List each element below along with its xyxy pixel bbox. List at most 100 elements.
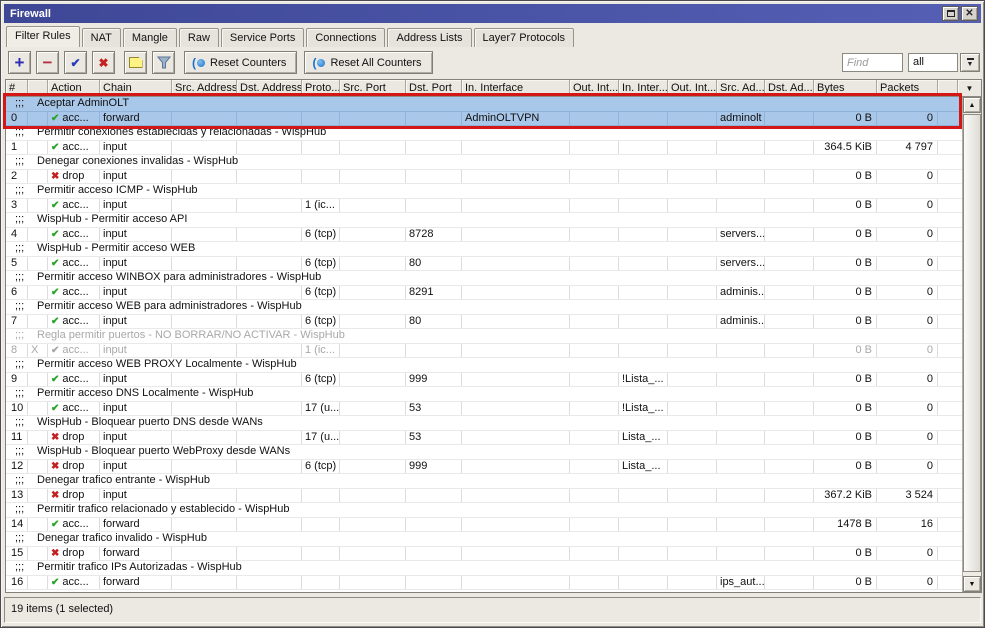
plus-icon: + bbox=[15, 54, 25, 71]
column-header-in_interface[interactable]: In. Interface bbox=[462, 80, 570, 96]
filter-dropdown[interactable]: all bbox=[908, 53, 958, 72]
comment-row[interactable]: ;;;Denegar conexiones invalidas - WispHu… bbox=[6, 155, 962, 170]
cell-src_address bbox=[172, 170, 237, 184]
comment-row[interactable]: ;;;Regla permitir puertos - NO BORRAR/NO… bbox=[6, 329, 962, 344]
cell-bytes: 0 B bbox=[814, 547, 877, 561]
cell-src_address bbox=[172, 547, 237, 561]
rule-row[interactable]: 0✔acc...forwardAdminOLTVPNadminolt0 B0 bbox=[6, 112, 962, 127]
rule-row[interactable]: 15✖dropforward0 B0 bbox=[6, 547, 962, 562]
comment-row[interactable]: ;;;Denegar trafico invalido - WispHub bbox=[6, 532, 962, 547]
rule-row[interactable]: 10✔acc...input17 (u...53!Lista_...0 B0 bbox=[6, 402, 962, 417]
rule-row[interactable]: 6✔acc...input6 (tcp)8291adminis...0 B0 bbox=[6, 286, 962, 301]
accept-check-icon: ✔ bbox=[51, 577, 59, 588]
cell-packets: 0 bbox=[877, 547, 938, 561]
comment-row[interactable]: ;;;WispHub - Permitir acceso API bbox=[6, 213, 962, 228]
column-header-chain[interactable]: Chain bbox=[100, 80, 172, 96]
rule-row[interactable]: 7✔acc...input6 (tcp)80adminis...0 B0 bbox=[6, 315, 962, 330]
rule-row[interactable]: 5✔acc...input6 (tcp)80servers...0 B0 bbox=[6, 257, 962, 272]
scrollbar-track[interactable] bbox=[963, 113, 981, 576]
rule-row[interactable]: 12✖dropinput6 (tcp)999Lista_...0 B0 bbox=[6, 460, 962, 475]
column-header-src_address_list[interactable]: Src. Ad... bbox=[717, 80, 765, 96]
rule-row[interactable]: 2✖dropinput0 B0 bbox=[6, 170, 962, 185]
column-header-dst_address_list[interactable]: Dst. Ad... bbox=[765, 80, 814, 96]
cell-spacer bbox=[938, 257, 962, 271]
comment-row[interactable]: ;;;WispHub - Permitir acceso WEB bbox=[6, 242, 962, 257]
add-button[interactable]: + bbox=[8, 51, 31, 74]
column-header-action[interactable]: Action bbox=[48, 80, 100, 96]
comment-row[interactable]: ;;;Permitir acceso DNS Localmente - Wisp… bbox=[6, 387, 962, 402]
comment-row[interactable]: ;;;Permitir acceso WEB para administrado… bbox=[6, 300, 962, 315]
rule-row[interactable]: 4✔acc...input6 (tcp)8728servers...0 B0 bbox=[6, 228, 962, 243]
scroll-up-button[interactable]: ▲ bbox=[963, 97, 981, 113]
rule-row[interactable]: 8X✔acc...input1 (ic...0 B0 bbox=[6, 344, 962, 359]
comment-row[interactable]: ;;;Aceptar AdminOLT bbox=[6, 97, 962, 112]
column-header-num[interactable]: # bbox=[6, 80, 28, 96]
column-header-dst_address[interactable]: Dst. Address bbox=[237, 80, 302, 96]
column-menu-button[interactable]: ▼ bbox=[957, 80, 981, 96]
tab-layer7-protocols[interactable]: Layer7 Protocols bbox=[474, 28, 575, 47]
scroll-down-button[interactable]: ▼ bbox=[963, 576, 981, 592]
disable-button[interactable]: ✖ bbox=[92, 51, 115, 74]
comment-row[interactable]: ;;;Permitir trafico IPs Autorizadas - Wi… bbox=[6, 561, 962, 576]
rule-row[interactable]: 16✔acc...forwardips_aut...0 B0 bbox=[6, 576, 962, 591]
comment-row[interactable]: ;;;Permitir trafico relacionado y establ… bbox=[6, 503, 962, 518]
find-input[interactable] bbox=[842, 53, 903, 72]
cell-spacer bbox=[938, 518, 962, 532]
comment-row[interactable]: ;;;Denegar trafico entrante - WispHub bbox=[6, 474, 962, 489]
comment-row[interactable]: ;;;WispHub - Bloquear puerto WebProxy de… bbox=[6, 445, 962, 460]
comment-row[interactable]: ;;;WispHub - Bloquear puerto DNS desde W… bbox=[6, 416, 962, 431]
rule-row[interactable]: 9✔acc...input6 (tcp)999!Lista_...0 B0 bbox=[6, 373, 962, 388]
filter-dropdown-button[interactable]: ▼ bbox=[960, 53, 980, 72]
tab-service-ports[interactable]: Service Ports bbox=[221, 28, 304, 47]
comment-row[interactable]: ;;;Permitir acceso WEB PROXY Localmente … bbox=[6, 358, 962, 373]
cell-src_port bbox=[340, 257, 406, 271]
cell-src_address_list bbox=[717, 344, 765, 358]
comment-text: Permitir trafico relacionado y estableci… bbox=[37, 503, 290, 517]
enable-button[interactable]: ✔ bbox=[64, 51, 87, 74]
cell-spacer bbox=[938, 228, 962, 242]
column-header-flags[interactable] bbox=[28, 80, 48, 96]
maximize-button[interactable] bbox=[942, 6, 959, 21]
column-header-out_interface_list[interactable]: Out. Int... bbox=[668, 80, 717, 96]
cell-spacer bbox=[938, 199, 962, 213]
tab-connections[interactable]: Connections bbox=[306, 28, 385, 47]
cell-action: ✔acc... bbox=[48, 518, 100, 532]
column-header-src_address[interactable]: Src. Address bbox=[172, 80, 237, 96]
column-header-src_port[interactable]: Src. Port bbox=[340, 80, 406, 96]
column-header-in_interface_list[interactable]: In. Inter... bbox=[619, 80, 668, 96]
rule-row[interactable]: 3✔acc...input1 (ic...0 B0 bbox=[6, 199, 962, 214]
column-header-packets[interactable]: Packets bbox=[877, 80, 938, 96]
comment-row[interactable]: ;;;Permitir conexiones establecidas y re… bbox=[6, 126, 962, 141]
rule-row[interactable]: 11✖dropinput17 (u...53Lista_...0 B0 bbox=[6, 431, 962, 446]
column-header-out_interface[interactable]: Out. Int... bbox=[570, 80, 619, 96]
rule-row[interactable]: 14✔acc...forward1478 B16 bbox=[6, 518, 962, 533]
cell-num: 14 bbox=[6, 518, 28, 532]
comment-row[interactable]: ;;;Permitir acceso ICMP - WispHub bbox=[6, 184, 962, 199]
cell-dst_port bbox=[406, 141, 462, 155]
filter-button[interactable] bbox=[152, 51, 175, 74]
tab-filter-rules[interactable]: Filter Rules bbox=[6, 26, 80, 47]
reset-counters-button[interactable]: ( Reset Counters bbox=[184, 51, 297, 74]
rule-row[interactable]: 13✖dropinput367.2 KiB3 524 bbox=[6, 489, 962, 504]
cell-out_interface_list bbox=[668, 286, 717, 300]
comment-text: Permitir trafico IPs Autorizadas - WispH… bbox=[37, 561, 242, 575]
column-header-bytes[interactable]: Bytes bbox=[814, 80, 877, 96]
tab-mangle[interactable]: Mangle bbox=[123, 28, 177, 47]
close-button[interactable]: ✕ bbox=[961, 6, 978, 21]
comment-button[interactable] bbox=[124, 51, 147, 74]
cell-dst_address_list bbox=[765, 228, 814, 242]
comment-row[interactable]: ;;;Permitir acceso WINBOX para administr… bbox=[6, 271, 962, 286]
cell-action: ✔acc... bbox=[48, 257, 100, 271]
remove-button[interactable]: − bbox=[36, 51, 59, 74]
vertical-scrollbar[interactable]: ▲ ▼ bbox=[962, 97, 981, 592]
column-header-protocol[interactable]: Proto... bbox=[302, 80, 340, 96]
tab-address-lists[interactable]: Address Lists bbox=[387, 28, 471, 47]
reset-all-counters-button[interactable]: ( Reset All Counters bbox=[304, 51, 432, 74]
column-header-dst_port[interactable]: Dst. Port bbox=[406, 80, 462, 96]
rule-row[interactable]: 1✔acc...input364.5 KiB4 797 bbox=[6, 141, 962, 156]
cell-in_interface_list bbox=[619, 228, 668, 242]
scrollbar-thumb[interactable] bbox=[963, 114, 981, 572]
cell-in_interface bbox=[462, 547, 570, 561]
tab-nat[interactable]: NAT bbox=[82, 28, 121, 47]
tab-raw[interactable]: Raw bbox=[179, 28, 219, 47]
